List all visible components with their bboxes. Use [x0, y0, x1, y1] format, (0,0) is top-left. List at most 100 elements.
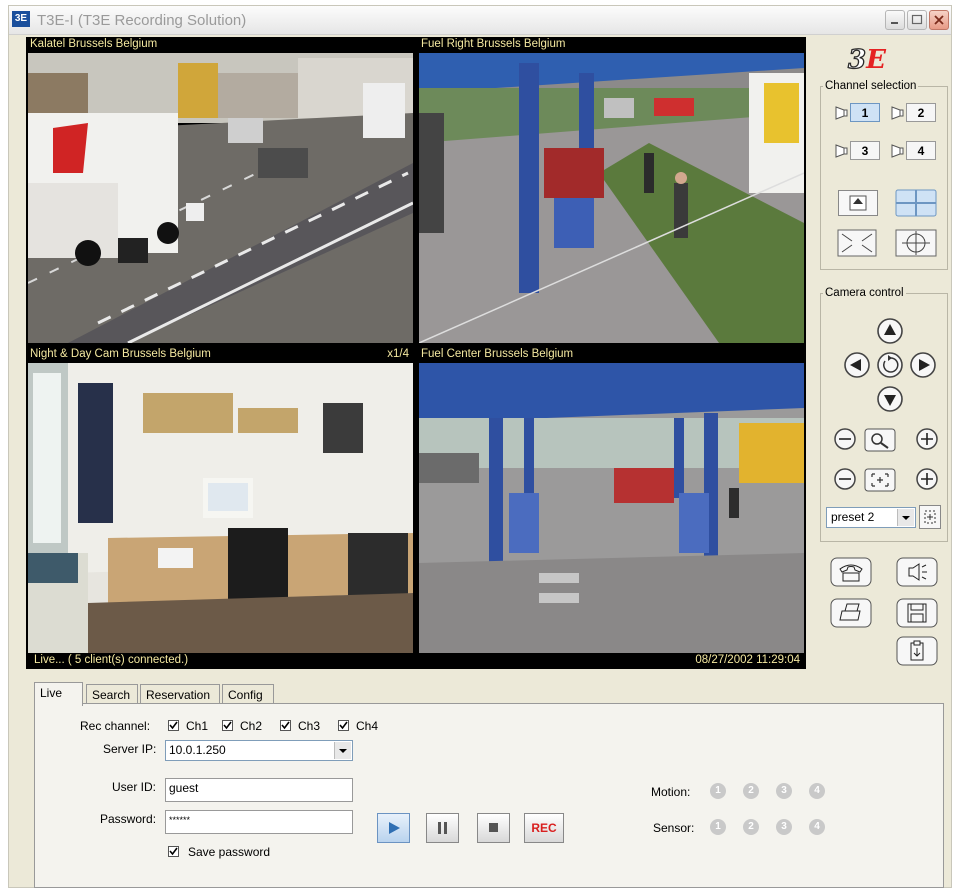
save-password-checkbox[interactable] [168, 846, 179, 857]
ch2-checkbox[interactable] [222, 720, 233, 731]
tab-live[interactable]: Live [34, 682, 83, 706]
arrow-down-icon [877, 386, 903, 412]
ch4-checkbox[interactable] [338, 720, 349, 731]
play-button[interactable] [377, 813, 410, 843]
ch1-checkbox[interactable] [168, 720, 179, 731]
focus-out-button[interactable] [833, 467, 857, 491]
sensor-indicator-3: 3 [776, 819, 792, 835]
fullscreen-icon [837, 229, 877, 257]
dropdown-arrow [897, 509, 914, 526]
camera-feed [28, 363, 413, 653]
camera-view-2[interactable]: Fuel Right Brussels Belgium [417, 37, 806, 345]
pan-left-button[interactable] [843, 351, 871, 379]
camera-grid: Kalatel Brussels Belgium Fuel Right Brus… [26, 37, 806, 665]
password-input[interactable]: ****** [165, 810, 353, 834]
save-password-label: Save password [188, 845, 271, 859]
auto-pan-button[interactable] [876, 351, 904, 379]
connection-status: Live... ( 5 client(s) connected.) [34, 654, 189, 666]
target-view-button[interactable] [894, 228, 938, 258]
user-id-input[interactable]: guest [165, 778, 353, 802]
tab-search[interactable]: Search [86, 684, 138, 704]
ch3-checkbox[interactable] [280, 720, 291, 731]
export-button[interactable] [896, 636, 938, 666]
camera-icon [891, 144, 904, 158]
checkmark-icon [339, 721, 348, 730]
password-value: ****** [169, 815, 191, 825]
checkmark-icon [223, 721, 232, 730]
record-button[interactable]: REC [524, 813, 564, 843]
phone-icon [830, 557, 872, 587]
channel-4-button[interactable]: 4 [890, 141, 940, 162]
minimize-button[interactable] [885, 10, 905, 30]
fullscreen-button[interactable] [836, 228, 878, 258]
ch3-label: Ch3 [298, 719, 321, 733]
record-label: REC [531, 821, 557, 835]
channel-number: 1 [850, 103, 880, 122]
floppy-disk-icon [896, 598, 938, 628]
focus-in-button[interactable] [915, 467, 939, 491]
close-button[interactable] [929, 10, 949, 30]
arrow-up-icon [877, 318, 903, 344]
zoom-out-button[interactable] [833, 427, 857, 451]
channel-2-button[interactable]: 2 [890, 103, 940, 124]
app-icon: 3E [12, 11, 30, 27]
save-button[interactable] [896, 598, 938, 628]
camera-view-1[interactable]: Kalatel Brussels Belgium [26, 37, 415, 345]
stop-button[interactable] [477, 813, 510, 843]
chevron-down-icon [902, 516, 910, 520]
rotate-icon [877, 352, 903, 378]
pan-right-button[interactable] [909, 351, 937, 379]
motion-indicator-1: 1 [710, 783, 726, 799]
camera-control-title: Camera control [825, 287, 904, 299]
quad-view-icon [895, 189, 937, 217]
tab-config[interactable]: Config [222, 684, 274, 704]
phone-button[interactable] [830, 557, 872, 587]
camera-icon [891, 106, 904, 120]
minus-icon [834, 428, 856, 450]
sensor-indicator-2: 2 [743, 819, 759, 835]
checkmark-icon [169, 721, 178, 730]
server-ip-select[interactable]: 10.0.1.250 [165, 740, 353, 761]
preset-select[interactable]: preset 2 [826, 507, 916, 528]
camera-label: Night & Day Cam Brussels Belgium [30, 348, 211, 360]
single-view-button[interactable] [838, 190, 878, 216]
tab-reservation[interactable]: Reservation [140, 684, 220, 704]
maximize-button[interactable] [907, 10, 927, 30]
quad-view-button[interactable] [894, 188, 938, 218]
status-bar: Live... ( 5 client(s) connected.) 08/27/… [26, 653, 806, 669]
channel-selection-title: Channel selection [825, 80, 917, 92]
print-button[interactable] [830, 598, 872, 628]
pause-button[interactable] [426, 813, 459, 843]
plus-icon [916, 468, 938, 490]
speaker-button[interactable] [896, 557, 938, 587]
ch2-label: Ch2 [240, 719, 263, 733]
camera-view-3[interactable]: Night & Day Cam Brussels Belgium x1/4 [26, 347, 415, 655]
channel-1-button[interactable]: 1 [834, 103, 884, 124]
password-label: Password: [100, 812, 157, 826]
minus-icon [834, 468, 856, 490]
title-bar[interactable]: 3E T3E-I (T3E Recording Solution) [9, 6, 951, 35]
pan-up-button[interactable] [876, 317, 904, 345]
clipboard-icon [896, 636, 938, 666]
camera-label: Kalatel Brussels Belgium [30, 38, 158, 50]
zoom-button[interactable] [864, 428, 896, 452]
user-id-value: guest [169, 781, 199, 795]
window-title: T3E-I (T3E Recording Solution) [37, 12, 247, 29]
zoom-in-button[interactable] [915, 427, 939, 451]
user-id-label: User ID: [112, 780, 157, 794]
channel-number: 2 [906, 103, 936, 122]
pan-down-button[interactable] [876, 385, 904, 413]
brand-logo: 3E [847, 44, 886, 75]
single-view-icon [849, 195, 867, 211]
sensor-label: Sensor: [653, 821, 695, 835]
camera-icon [835, 144, 848, 158]
focus-button[interactable] [864, 468, 896, 492]
preset-set-button[interactable] [919, 505, 941, 529]
pause-icon [438, 822, 447, 834]
preset-value: preset 2 [831, 510, 875, 524]
server-ip-value: 10.0.1.250 [169, 743, 226, 757]
channel-3-button[interactable]: 3 [834, 141, 884, 162]
motion-indicator-2: 2 [743, 783, 759, 799]
play-icon [389, 822, 400, 834]
camera-view-4[interactable]: Fuel Center Brussels Belgium [417, 347, 806, 655]
